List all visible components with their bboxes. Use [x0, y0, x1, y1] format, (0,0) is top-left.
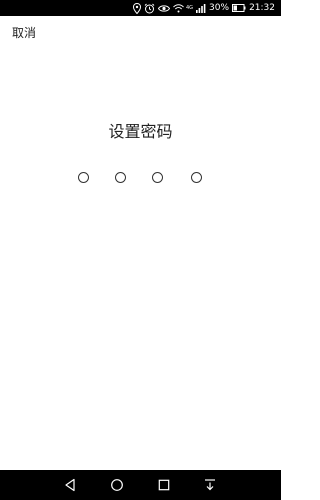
- pin-indicator: [0, 172, 281, 186]
- signal-icon: [196, 2, 206, 14]
- home-icon[interactable]: [109, 477, 125, 493]
- navigation-bar: [0, 470, 281, 500]
- status-time: 21:32: [249, 3, 275, 13]
- wifi-icon: [173, 2, 184, 14]
- pin-dot: [78, 172, 89, 183]
- pin-dot: [115, 172, 126, 183]
- pin-dot: [191, 172, 202, 183]
- pin-dot: [152, 172, 163, 183]
- status-bar: 4G 30% 21:32: [0, 0, 281, 16]
- network-label: 4G: [185, 5, 194, 11]
- recents-icon[interactable]: [156, 477, 172, 493]
- screen: 4G 30% 21:32 取消 设置密码: [0, 0, 281, 500]
- battery-icon: [232, 2, 246, 14]
- battery-percent: 30%: [209, 3, 230, 13]
- eye-icon: [157, 2, 170, 14]
- page-title: 设置密码: [108, 122, 173, 141]
- back-icon[interactable]: [62, 477, 78, 493]
- cancel-button[interactable]: 取消: [12, 24, 36, 41]
- notification-pulldown-icon[interactable]: [202, 477, 218, 493]
- alarm-icon: [144, 2, 155, 14]
- location-icon: [132, 2, 141, 14]
